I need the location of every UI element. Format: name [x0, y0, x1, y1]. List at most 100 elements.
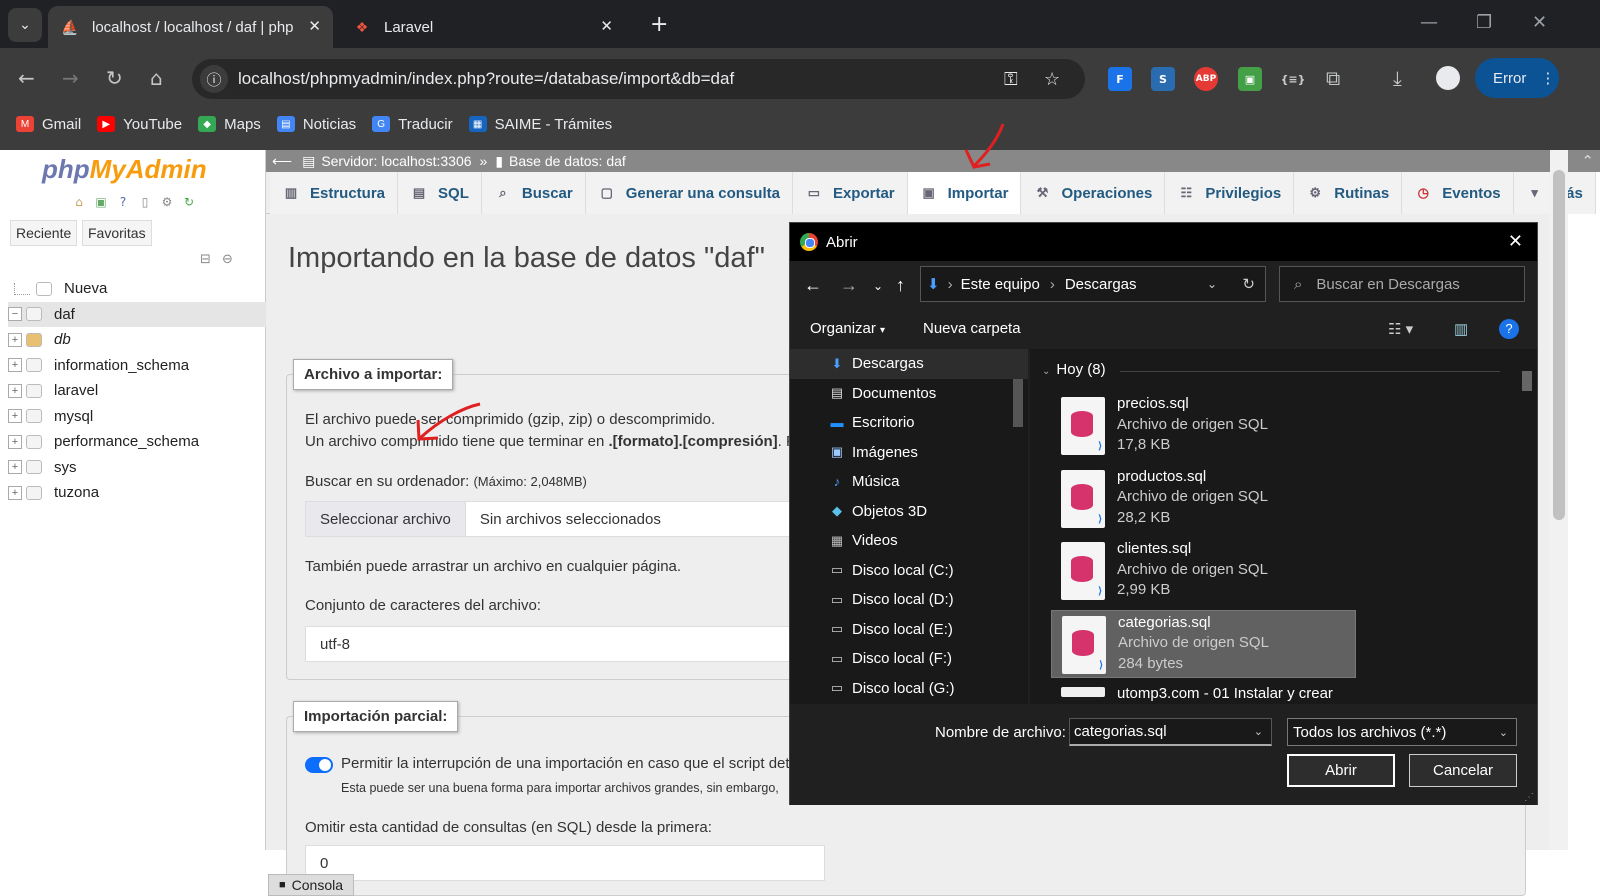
tab-operaciones[interactable]: ⚒ Operaciones — [1021, 172, 1166, 214]
tab-buscar[interactable]: ⌕ Buscar — [481, 172, 586, 214]
restore-icon[interactable]: ❐ — [1476, 12, 1492, 33]
up-icon[interactable]: ↑ — [896, 275, 905, 296]
new-tab-button[interactable]: + — [650, 12, 668, 37]
logout-icon[interactable]: ▣ — [92, 194, 110, 210]
chevron-down-icon[interactable]: ⌄ — [1207, 277, 1217, 291]
tab-importar[interactable]: ▣ Importar — [907, 172, 1022, 214]
new-folder-button[interactable]: Nueva carpeta — [923, 320, 1021, 337]
nav-item-4[interactable]: ♪ Música — [790, 467, 1028, 497]
bookmark-star-icon[interactable]: ☆ — [1044, 69, 1060, 90]
recent-locations-icon[interactable]: ⌄ — [873, 279, 883, 293]
search-input[interactable]: ⌕ Buscar en Descargas — [1279, 266, 1525, 302]
filetype-select[interactable]: Todos los archivos (*.*) ⌄ — [1287, 718, 1517, 746]
reload-icon[interactable]: ↻ — [106, 66, 123, 90]
tab-search-button[interactable]: ⌄ — [8, 8, 42, 42]
path-segment[interactable]: Descargas — [1065, 276, 1137, 293]
collapse-icon[interactable]: − — [8, 307, 22, 322]
back-icon[interactable]: ← — [804, 275, 822, 296]
nav-item-1[interactable]: ▤ Documentos — [790, 379, 1028, 409]
nav-item-5[interactable]: ◆ Objetos 3D — [790, 497, 1028, 527]
choose-file-button[interactable]: Seleccionar archivo — [306, 502, 466, 536]
settings-icon[interactable]: ⚙ — [158, 194, 176, 210]
nav-item-11[interactable]: ▭ Disco local (G:) — [790, 674, 1028, 704]
file-item[interactable]: ⟩ categorias.sql Archivo de origen SQL 284 … — [1051, 609, 1356, 678]
password-key-icon[interactable]: ⚿ — [1004, 69, 1018, 90]
tree-item-mysql[interactable]: + mysql — [8, 404, 266, 430]
home-icon[interactable]: ⌂ — [150, 66, 163, 90]
site-info-icon[interactable]: ⓘ — [200, 65, 228, 93]
collapse-all-icon[interactable]: ⊟ — [200, 252, 211, 267]
bookmark-3[interactable]: ▤ Noticias — [276, 116, 356, 133]
path-bar[interactable]: ⬇ › Este equipo › Descargas ⌄ ↻ — [920, 266, 1266, 302]
back-icon[interactable]: ← — [18, 66, 35, 90]
nav-item-8[interactable]: ▭ Disco local (D:) — [790, 585, 1028, 615]
help-icon[interactable]: ? — [1499, 319, 1519, 339]
expand-icon[interactable]: + — [8, 485, 22, 500]
file-item[interactable]: ⟩ precios.sql Archivo de origen SQL 17,8 KB — [1051, 392, 1356, 460]
bookmark-5[interactable]: ▦ SAIME - Trámites — [468, 116, 612, 133]
tab-estructura[interactable]: ▥ Estructura — [270, 172, 399, 214]
cancel-button[interactable]: Cancelar — [1409, 754, 1517, 787]
favorites-button[interactable]: Favoritas — [82, 220, 152, 246]
charset-select[interactable]: utf-8 — [305, 626, 825, 662]
nav-item-7[interactable]: ▭ Disco local (C:) — [790, 556, 1028, 586]
nav-scrollbar[interactable] — [1011, 349, 1025, 704]
tree-item-laravel[interactable]: + laravel — [8, 378, 266, 404]
expand-icon[interactable]: + — [8, 358, 22, 373]
home-icon[interactable]: ⌂ — [70, 194, 88, 210]
close-tab-icon[interactable]: ✕ — [600, 17, 613, 35]
path-segment[interactable]: Este equipo — [961, 276, 1040, 293]
tab-privilegios[interactable]: ☷ Privilegios — [1165, 172, 1295, 214]
tree-item-nueva[interactable]: Nueva — [8, 276, 266, 302]
expand-icon[interactable]: + — [8, 332, 22, 347]
filename-input[interactable]: categorias.sql ⌄ — [1069, 718, 1272, 746]
tab-laravel[interactable]: ❖ Laravel ✕ — [340, 6, 625, 48]
tree-item-tuzona[interactable]: + tuzona — [8, 480, 266, 506]
breadcrumb-server[interactable]: Servidor: localhost:3306 — [321, 153, 471, 169]
file-scrollbar[interactable] — [1520, 349, 1534, 704]
tab-generar-una-consulta[interactable]: ▢ Generar una consulta — [585, 172, 793, 214]
downloads-icon[interactable]: ⤓ — [1393, 66, 1402, 90]
expand-icon[interactable]: + — [8, 460, 22, 475]
expand-icon[interactable]: + — [8, 383, 22, 398]
page-scrollbar[interactable] — [1550, 150, 1568, 850]
tree-item-information-schema[interactable]: + information_schema — [8, 353, 266, 379]
forward-icon[interactable]: → — [840, 275, 858, 296]
address-bar[interactable]: ⓘ localhost/phpmyadmin/index.php?route=/… — [192, 59, 1085, 99]
forward-icon[interactable]: → — [62, 66, 79, 90]
nav-item-3[interactable]: ▣ Imágenes — [790, 438, 1028, 468]
open-button[interactable]: Abrir — [1287, 754, 1395, 787]
profile-avatar[interactable] — [1436, 66, 1460, 90]
file-item[interactable]: ⟩ clientes.sql Archivo de origen SQL 2,99 K… — [1051, 537, 1356, 605]
json-extension-icon[interactable]: {≡} — [1281, 67, 1305, 91]
organize-button[interactable]: Organizar ▾ — [810, 320, 885, 337]
bookmark-4[interactable]: G Traducir — [372, 116, 453, 133]
nav-item-10[interactable]: ▭ Disco local (F:) — [790, 644, 1028, 674]
breadcrumb-database[interactable]: Base de datos: daf — [509, 153, 626, 169]
expand-icon[interactable]: + — [8, 434, 22, 449]
skip-queries-input[interactable]: 0 — [305, 845, 825, 881]
refresh-icon[interactable]: ↻ — [1242, 275, 1255, 293]
green-extension-icon[interactable]: ▣ — [1238, 67, 1262, 91]
recent-button[interactable]: Reciente — [10, 220, 78, 246]
minimize-icon[interactable]: — — [1420, 12, 1438, 33]
file-input[interactable]: Seleccionar archivo Sin archivos selecci… — [305, 501, 825, 537]
tree-item-sys[interactable]: + sys — [8, 455, 266, 481]
phpmyadmin-logo[interactable]: phpMyAdmin — [42, 154, 207, 185]
tree-item-db[interactable]: + db — [8, 327, 266, 353]
docs-icon[interactable]: ▯ — [136, 194, 154, 210]
help-icon[interactable]: ? — [114, 194, 132, 210]
close-window-icon[interactable]: ✕ — [1532, 12, 1547, 33]
collapse-top-icon[interactable]: ⌃ — [1581, 152, 1594, 170]
abp-extension-icon[interactable]: ABP — [1194, 67, 1218, 91]
bookmark-1[interactable]: ▶ YouTube — [97, 116, 182, 133]
extensions-puzzle-icon[interactable]: ⧉ — [1326, 66, 1340, 90]
view-options-icon[interactable]: ☷ ▾ — [1388, 320, 1413, 338]
nav-item-6[interactable]: ▦ Videos — [790, 526, 1028, 556]
nav-item-2[interactable]: ▬ Escritorio — [790, 408, 1028, 438]
tab-phpmyadmin[interactable]: ⛵ localhost / localhost / daf | php ✕ — [48, 6, 333, 48]
nav-item-9[interactable]: ▭ Disco local (E:) — [790, 615, 1028, 645]
tab-eventos[interactable]: ◷ Eventos — [1402, 172, 1514, 214]
url-text[interactable]: localhost/phpmyadmin/index.php?route=/da… — [238, 69, 734, 89]
link-icon[interactable]: ⊖ — [222, 252, 233, 267]
